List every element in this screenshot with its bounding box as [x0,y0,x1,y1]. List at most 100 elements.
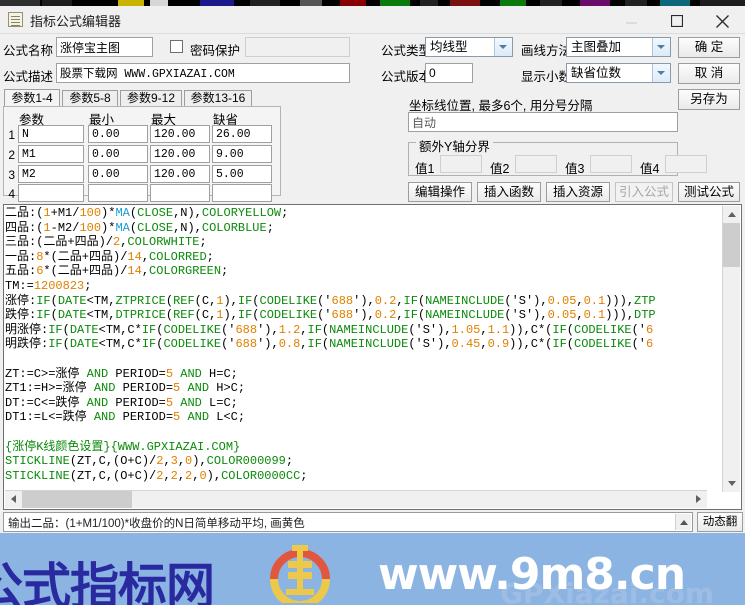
param-min-input[interactable] [88,184,148,202]
formula-name-label: 公式名称 [3,44,54,58]
code-line: {涨停K线颜色设置}{WWW.GPXIAZAI.COM} [5,439,241,454]
title-bar: 指标公式编辑器 [0,6,745,34]
code-line: DT1:=L<=跌停 AND PERIOD=5 AND L<C; [5,410,246,425]
param-row-number: 1 [8,128,15,142]
param-default-input[interactable] [212,165,272,183]
editor-vertical-scrollbar[interactable] [722,206,740,492]
y-value-4-input[interactable] [665,155,707,173]
tab-params-5-8[interactable]: 参数5-8 [62,90,118,107]
y-value-1-label: 值1 [415,162,435,176]
formula-desc-label: 公式描述 [3,70,54,84]
chevron-down-icon[interactable] [652,64,670,82]
code-editor[interactable]: 二品:(1+M1/100)*MA(CLOSE,N),COLORYELLOW; 四品… [3,204,742,510]
y-value-2-input[interactable] [515,155,557,173]
y-value-3-label: 值3 [565,162,585,176]
param-row-number: 4 [8,187,15,201]
horizontal-scroll-thumb[interactable] [22,491,132,508]
banner-site-url: www.9m8.cn [378,549,686,600]
vertical-scroll-thumb[interactable] [723,223,740,267]
window-title: 指标公式编辑器 [30,14,122,29]
close-icon[interactable] [700,6,745,33]
formula-type-select[interactable]: 均线型 [425,37,513,57]
param-name-input[interactable] [18,165,84,183]
code-line: 五品:6*(二品+四品)/14,COLORGREEN; [5,264,229,279]
formula-version-label: 公式版本 [381,70,432,84]
banner-site-name-cn: 公式指标网 [0,558,215,605]
draw-method-select[interactable]: 主图叠加 [566,37,671,57]
param-max-input[interactable] [150,184,210,202]
param-min-input[interactable] [88,145,148,163]
param-name-input[interactable] [18,125,84,143]
param-row-number: 2 [8,148,15,162]
document-lines-icon [8,12,23,27]
param-min-input[interactable] [88,125,148,143]
dynamic-translate-button[interactable]: 动态翻译 [697,512,743,546]
chevron-down-icon[interactable] [494,38,512,56]
code-line: 明涨停:IF(DATE<TM,C*IF(CODELIKE('688'),1.2,… [5,322,654,337]
ok-button[interactable]: 确 定 [678,37,740,58]
y-value-1-input[interactable] [440,155,482,173]
tab-params-9-12[interactable]: 参数9-12 [120,90,182,107]
param-max-input[interactable] [150,145,210,163]
password-input[interactable] [245,37,350,57]
param-name-input[interactable] [18,184,84,202]
param-max-input[interactable] [150,125,210,143]
formula-desc-input[interactable] [56,63,350,83]
param-default-input[interactable] [212,125,272,143]
code-line: DT:=C<=跌停 AND PERIOD=5 AND L=C; [5,395,238,410]
code-line: 三品:(二品+四品)/2,COLORWHITE; [5,235,207,250]
minimize-icon[interactable] [610,6,655,33]
decimal-label: 显示小数 [521,70,572,84]
editor-horizontal-scrollbar[interactable] [5,490,707,508]
test-formula-button[interactable]: 测试公式 [678,182,740,202]
param-name-input[interactable] [18,145,84,163]
9m8-seal-logo [270,545,330,603]
save-as-button[interactable]: 另存为 [678,89,740,110]
cancel-button[interactable]: 取 消 [678,63,740,84]
y-value-2-label: 值2 [490,162,510,176]
formula-type-label: 公式类型 [381,44,432,58]
status-bar: 输出二品：(1+M1/100)*收盘价的N日简单移动平均, 画黄色 [3,512,693,532]
insert-function-button[interactable]: 插入函数 [477,182,541,202]
password-protect-checkbox[interactable] [170,40,183,53]
param-max-input[interactable] [150,165,210,183]
code-line: 明跌停:IF(DATE<TM,C*IF(CODELIKE('688'),0.8,… [5,337,654,352]
code-line: TM:=1200823; [5,278,92,293]
decimal-select[interactable]: 缺省位数 [566,63,671,83]
site-watermark-banner: 公式指标网 GPXiazai.com www.9m8.cn [0,533,745,605]
status-scroll-icon[interactable] [675,514,691,530]
chevron-down-icon[interactable] [652,38,670,56]
scroll-right-icon[interactable] [690,491,707,508]
code-line: STICKLINE(ZT,C,(O+C)/2,3,0),COLOR000099; [5,454,294,469]
param-default-input[interactable] [212,184,272,202]
coordinate-input[interactable] [408,112,678,132]
tab-params-13-16[interactable]: 参数13-16 [184,90,252,107]
param-min-input[interactable] [88,165,148,183]
insert-resource-button[interactable]: 插入资源 [546,182,610,202]
formula-name-input[interactable] [56,37,153,57]
y-value-4-label: 值4 [640,162,660,176]
edit-operation-button[interactable]: 编辑操作 [408,182,472,202]
formula-type-value: 均线型 [430,40,468,54]
maximize-icon[interactable] [655,6,700,33]
formula-version-input[interactable] [425,63,473,83]
code-line: 涨停:IF(DATE<TM,ZTPRICE(REF(C,1),IF(CODELI… [5,293,656,308]
code-line: ZT1:=H>=涨停 AND PERIOD=5 AND H>C; [5,381,246,396]
status-text: 输出二品：(1+M1/100)*收盘价的N日简单移动平均, 画黄色 [8,518,305,530]
scroll-up-icon[interactable] [723,206,740,223]
scroll-left-icon[interactable] [5,491,22,508]
draw-method-value: 主图叠加 [571,40,622,54]
code-line: 四品:(1-M2/100)*MA(CLOSE,N),COLORBLUE; [5,220,274,235]
y-value-3-input[interactable] [590,155,632,173]
scroll-down-icon[interactable] [723,475,740,492]
import-formula-button: 引入公式 [615,182,673,202]
code-line: 一品:8*(二品+四品)/14,COLORRED; [5,249,214,264]
param-default-input[interactable] [212,145,272,163]
code-line: ZT:=C>=涨停 AND PERIOD=5 AND H=C; [5,366,238,381]
code-text[interactable]: 二品:(1+M1/100)*MA(CLOSE,N),COLORYELLOW; 四品… [5,206,707,492]
param-row-number: 3 [8,168,15,182]
extra-y-axis-group-title: 额外Y轴分界 [416,136,493,155]
code-line: STICKLINE(ZT,C,(O+C)/2,2,2,0),COLOR0000C… [5,468,308,483]
